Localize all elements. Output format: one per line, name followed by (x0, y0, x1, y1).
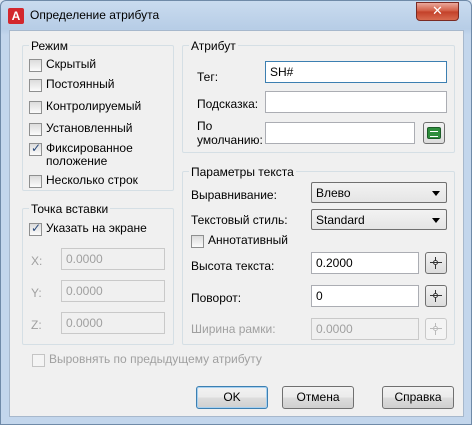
checkbox-multiple-lines-row[interactable]: Несколько строк (29, 174, 138, 190)
checkbox-specify-on-screen[interactable] (29, 221, 42, 236)
boundary-width-field[interactable]: 0.0000 (311, 318, 419, 340)
window-title: Определение атрибута (30, 8, 160, 22)
text-style-value: Standard (316, 213, 365, 227)
checkbox-verify[interactable] (29, 101, 42, 114)
checkbox-constant[interactable] (29, 79, 42, 92)
checkbox-annotative-row[interactable]: Аннотативный (191, 234, 288, 250)
help-button[interactable]: Справка (382, 386, 454, 409)
x-field[interactable]: 0.0000 (61, 248, 165, 270)
text-style-label: Текстовый стиль: (191, 213, 288, 227)
mode-group-title: Режим (29, 39, 70, 53)
text-style-select[interactable]: Standard (311, 209, 447, 230)
checkbox-specify-on-screen-label: Указать на экране (46, 221, 147, 235)
rotation-label: Поворот: (191, 291, 242, 305)
justification-value: Влево (316, 186, 351, 200)
checkbox-annotative-label: Аннотативный (208, 233, 288, 247)
checkbox-invisible-row[interactable]: Скрытый (29, 58, 96, 74)
checkbox-align-below-row[interactable]: Выровнять по предыдущему атрибуту (32, 353, 262, 369)
chevron-down-icon (432, 191, 440, 196)
text-settings-group: Параметры текста Выравнивание: Влево Тек… (182, 165, 455, 345)
crosshair-pick-icon (430, 323, 442, 335)
default-label-line2: умолчанию: (197, 133, 263, 147)
checkbox-align-below-label: Выровнять по предыдущему атрибуту (49, 352, 262, 366)
checkbox-preset-label: Установленный (46, 121, 133, 135)
text-height-label: Высота текста: (191, 259, 275, 273)
text-settings-group-title: Параметры текста (189, 165, 296, 179)
prompt-label: Подсказка: (197, 97, 259, 111)
close-button[interactable]: ✕ (416, 2, 459, 21)
title-bar[interactable]: A Определение атрибута ✕ (1, 1, 471, 29)
dialog-window: A Определение атрибута ✕ Режим Скрытый П… (0, 0, 472, 425)
dialog-client-area: Режим Скрытый Постоянный Контролируемый … (9, 30, 464, 417)
insert-field-icon (427, 127, 441, 139)
attribute-group: Атрибут Тег: SH# Подсказка: По умолчанию… (182, 39, 455, 153)
default-label-line1: По (197, 119, 213, 133)
checkbox-invisible[interactable] (29, 59, 42, 72)
crosshair-pick-icon (430, 290, 442, 302)
checkbox-invisible-label: Скрытый (46, 57, 97, 71)
checkbox-preset-row[interactable]: Установленный (29, 122, 133, 138)
pick-rotation-button[interactable] (425, 285, 447, 307)
mode-group: Режим Скрытый Постоянный Контролируемый … (22, 39, 174, 191)
tag-label: Тег: (197, 70, 219, 84)
insert-field-button[interactable] (423, 122, 445, 144)
x-label: X: (31, 254, 43, 268)
checkbox-multiple-lines-label: Несколько строк (46, 173, 138, 187)
chevron-down-icon (432, 218, 440, 223)
rotation-field[interactable]: 0 (311, 285, 419, 307)
checkbox-verify-label: Контролируемый (46, 99, 142, 113)
checkbox-verify-row[interactable]: Контролируемый (29, 100, 141, 116)
ok-button[interactable]: OK (196, 386, 268, 409)
checkbox-constant-label: Постоянный (46, 77, 115, 91)
close-icon: ✕ (432, 4, 443, 19)
insertion-point-group-title: Точка вставки (29, 202, 111, 216)
autocad-a-icon: A (8, 8, 24, 24)
checkbox-align-below[interactable] (32, 354, 45, 367)
checkbox-annotative[interactable] (191, 235, 204, 248)
checkbox-multiple-lines[interactable] (29, 175, 42, 188)
tag-field[interactable]: SH# (265, 61, 447, 83)
checkbox-lock-position-label: Фиксированное положение (46, 141, 133, 168)
pick-boundary-width-button[interactable] (425, 318, 447, 340)
checkbox-preset[interactable] (29, 123, 42, 136)
checkbox-lock-position[interactable] (29, 141, 42, 156)
boundary-width-label: Ширина рамки: (191, 322, 276, 336)
justification-label: Выравнивание: (191, 188, 277, 202)
crosshair-pick-icon (430, 257, 442, 269)
insertion-point-group: Точка вставки Указать на экране X: 0.000… (22, 202, 174, 345)
y-label: Y: (31, 286, 42, 300)
pick-text-height-button[interactable] (425, 252, 447, 274)
z-label: Z: (31, 318, 42, 332)
prompt-field[interactable] (265, 91, 447, 113)
attribute-group-title: Атрибут (189, 39, 238, 53)
y-field[interactable]: 0.0000 (61, 280, 165, 302)
z-field[interactable]: 0.0000 (61, 312, 165, 334)
checkbox-lock-position-row[interactable]: Фиксированное положение (29, 141, 156, 170)
text-height-field[interactable]: 0.2000 (311, 252, 419, 274)
default-field[interactable] (265, 122, 415, 144)
checkbox-constant-row[interactable]: Постоянный (29, 78, 114, 94)
justification-select[interactable]: Влево (311, 182, 447, 203)
cancel-button[interactable]: Отмена (282, 386, 354, 409)
checkbox-specify-on-screen-row[interactable]: Указать на экране (29, 221, 147, 238)
